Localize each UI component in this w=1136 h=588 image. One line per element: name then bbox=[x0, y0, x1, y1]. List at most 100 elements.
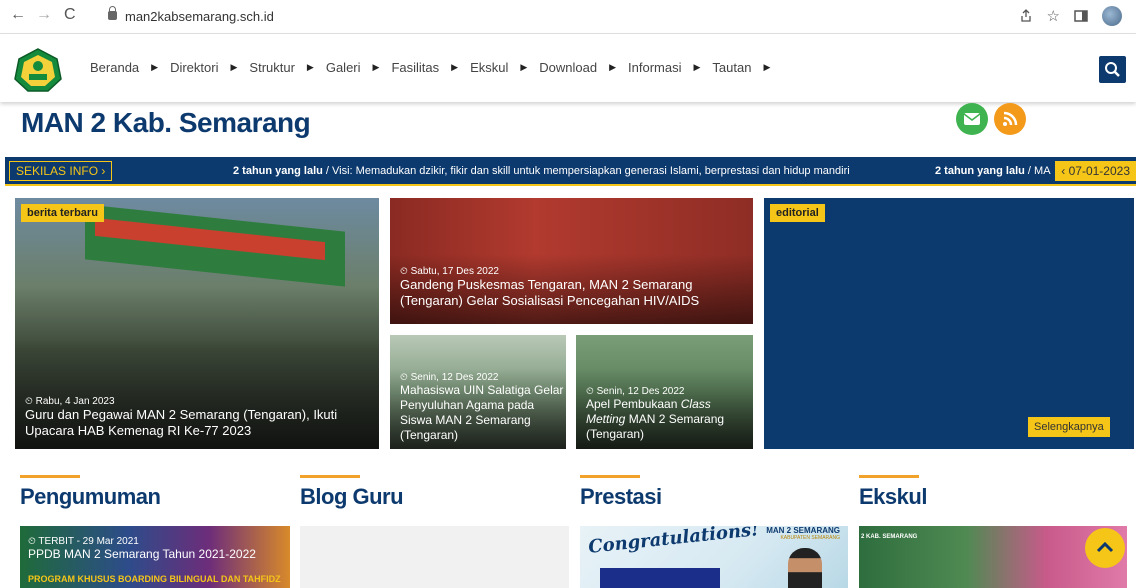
ticker-text: / MA bbox=[1024, 165, 1051, 177]
email-button[interactable] bbox=[956, 103, 988, 135]
ticker-message[interactable]: 2 tahun yang lalu / Visi: Memadukan dzik… bbox=[233, 165, 850, 177]
caret-right-icon: ▶ bbox=[451, 62, 459, 72]
menu-label: Informasi bbox=[628, 60, 682, 75]
section-title[interactable]: Pengumuman bbox=[20, 484, 161, 510]
menu-item-tautan[interactable]: Tautan ▶ bbox=[712, 60, 782, 75]
prestasi-card[interactable]: Congratulations! MAN 2 SEMARANG KABUPATE… bbox=[580, 526, 848, 588]
section-title[interactable]: Prestasi bbox=[580, 484, 662, 510]
news-title[interactable]: Guru dan Pegawai MAN 2 Semarang (Tengara… bbox=[25, 407, 365, 440]
profile-avatar[interactable] bbox=[1102, 6, 1122, 26]
title-part: Apel Pembukaan bbox=[586, 397, 681, 411]
prestasi-sub: KABUPATEN SEMARANG bbox=[780, 535, 840, 541]
site-title[interactable]: MAN 2 Kab. Semarang bbox=[21, 107, 311, 139]
kemenag-logo[interactable] bbox=[14, 48, 62, 92]
news-title[interactable]: Gandeng Puskesmas Tengaran, MAN 2 Semara… bbox=[400, 277, 740, 310]
ticker-date: ‹ 07-01-2023 bbox=[1055, 161, 1136, 181]
section-accent bbox=[580, 475, 640, 478]
rss-button[interactable] bbox=[994, 103, 1026, 135]
menu-label: Download bbox=[539, 60, 598, 75]
caret-right-icon: ▶ bbox=[520, 62, 528, 72]
clock-icon: ⏲ bbox=[28, 536, 36, 547]
news-date: ⏲ Sabtu, 17 Des 2022 bbox=[400, 266, 740, 277]
menu-label: Beranda bbox=[90, 60, 140, 75]
menu-item-download[interactable]: Download ▶ bbox=[539, 60, 628, 75]
news-title[interactable]: Mahasiswa UIN Salatiga Gelar Penyuluhan … bbox=[400, 383, 565, 443]
tag-berita-terbaru[interactable]: berita terbaru bbox=[21, 204, 104, 222]
section-prestasi: Prestasi bbox=[580, 475, 662, 510]
back-icon[interactable]: ← bbox=[10, 6, 26, 24]
clock-icon: ⏲ bbox=[400, 372, 408, 383]
news-caption: ⏲ Senin, 12 Des 2022 Mahasiswa UIN Salat… bbox=[400, 372, 565, 443]
news-card-small-2[interactable]: ⏲ Senin, 12 Des 2022 Apel Pembukaan Clas… bbox=[576, 335, 753, 449]
ticker-label-text: SEKILAS INFO bbox=[16, 164, 99, 178]
rss-icon bbox=[1003, 111, 1018, 126]
section-accent bbox=[859, 475, 919, 478]
menu-label: Direktori bbox=[170, 60, 219, 75]
news-card-small-1[interactable]: ⏲ Senin, 12 Des 2022 Mahasiswa UIN Salat… bbox=[390, 335, 566, 449]
address-bar[interactable]: man2kabsemarang.sch.id bbox=[125, 9, 274, 24]
caret-right-icon: ▶ bbox=[151, 62, 159, 72]
sidebar-icon[interactable] bbox=[1074, 9, 1088, 23]
ticker-text: / Visi: Memadukan dzikir, fikir dan skil… bbox=[322, 165, 850, 177]
pengumuman-card[interactable]: ⏲ TERBIT - 29 Mar 2021 PPDB MAN 2 Semara… bbox=[20, 526, 290, 588]
news-date: ⏲ Senin, 12 Des 2022 bbox=[586, 386, 751, 397]
news-card-main[interactable]: berita terbaru ⏲ Rabu, 4 Jan 2023 Guru d… bbox=[15, 198, 379, 449]
news-date-text: Sabtu, 17 Des 2022 bbox=[410, 266, 499, 277]
forward-icon[interactable]: → bbox=[36, 6, 52, 24]
scroll-top-button[interactable] bbox=[1085, 528, 1125, 568]
reload-icon[interactable]: C bbox=[64, 6, 76, 24]
news-date-text: Senin, 12 Des 2022 bbox=[596, 386, 685, 397]
news-date: ⏲ Senin, 12 Des 2022 bbox=[400, 372, 565, 383]
chevron-up-icon bbox=[1096, 541, 1114, 553]
share-icon[interactable] bbox=[1019, 9, 1033, 23]
clock-icon: ⏲ bbox=[586, 386, 594, 397]
news-title[interactable]: PPDB MAN 2 Semarang Tahun 2021-2022 bbox=[28, 547, 256, 562]
news-date-text: TERBIT - 29 Mar 2021 bbox=[38, 536, 139, 547]
menu-item-informasi[interactable]: Informasi ▶ bbox=[628, 60, 712, 75]
envelope-icon bbox=[963, 113, 981, 125]
caret-right-icon: ▶ bbox=[609, 62, 617, 72]
ticker-date-text: 07-01-2023 bbox=[1068, 164, 1130, 178]
menu-item-galeri[interactable]: Galeri ▶ bbox=[326, 60, 392, 75]
menu-label: Ekskul bbox=[470, 60, 509, 75]
portrait-photo bbox=[788, 548, 822, 588]
news-caption: ⏲ TERBIT - 29 Mar 2021 PPDB MAN 2 Semara… bbox=[28, 536, 256, 562]
news-date: ⏲ TERBIT - 29 Mar 2021 bbox=[28, 536, 256, 547]
browser-toolbar: ← → C man2kabsemarang.sch.id ☆ bbox=[0, 0, 1136, 34]
tag-editorial[interactable]: editorial bbox=[770, 204, 825, 222]
news-caption: ⏲ Sabtu, 17 Des 2022 Gandeng Puskesmas T… bbox=[400, 266, 740, 310]
ticker-time: 2 tahun yang lalu bbox=[935, 165, 1025, 177]
section-title[interactable]: Ekskul bbox=[859, 484, 927, 510]
section-pengumuman: Pengumuman bbox=[20, 475, 161, 510]
section-blog-guru: Blog Guru bbox=[300, 475, 404, 510]
congrats-script: Congratulations! bbox=[587, 526, 760, 558]
star-icon[interactable]: ☆ bbox=[1047, 7, 1060, 25]
caret-right-icon: ▶ bbox=[230, 62, 238, 72]
banner-text: PROGRAM KHUSUS BOARDING BILINGUAL DAN TA… bbox=[28, 574, 281, 584]
search-button[interactable] bbox=[1099, 56, 1126, 83]
ticker-message-2[interactable]: 2 tahun yang lalu / MA bbox=[935, 165, 1051, 177]
menu-item-ekskul[interactable]: Ekskul ▶ bbox=[470, 60, 539, 75]
menu-item-fasilitas[interactable]: Fasilitas ▶ bbox=[391, 60, 470, 75]
menu-item-beranda[interactable]: Beranda ▶ bbox=[90, 60, 170, 75]
menu-item-direktori[interactable]: Direktori ▶ bbox=[170, 60, 249, 75]
news-card-top[interactable]: ⏲ Sabtu, 17 Des 2022 Gandeng Puskesmas T… bbox=[390, 198, 753, 324]
menu-label: Struktur bbox=[249, 60, 295, 75]
news-date-text: Rabu, 4 Jan 2023 bbox=[35, 396, 115, 407]
section-accent bbox=[300, 475, 360, 478]
menu-label: Galeri bbox=[325, 60, 361, 75]
news-title[interactable]: Apel Pembukaan Class Metting MAN 2 Semar… bbox=[586, 397, 751, 442]
clock-icon: ⏲ bbox=[25, 396, 33, 407]
caret-right-icon: ▶ bbox=[372, 62, 380, 72]
section-title[interactable]: Blog Guru bbox=[300, 484, 404, 510]
menu-item-struktur[interactable]: Struktur ▶ bbox=[249, 60, 325, 75]
section-accent bbox=[20, 475, 80, 478]
lock-icon[interactable] bbox=[108, 6, 117, 20]
menu-bar: Beranda ▶ Direktori ▶ Struktur ▶ Galeri ▶ Fa… bbox=[90, 60, 782, 75]
news-ticker: SEKILAS INFO › 2 tahun yang lalu / Visi:… bbox=[5, 157, 1136, 186]
news-caption: ⏲ Rabu, 4 Jan 2023 Guru dan Pegawai MAN … bbox=[25, 396, 365, 440]
more-button[interactable]: Selengkapnya bbox=[1028, 417, 1110, 437]
news-date: ⏲ Rabu, 4 Jan 2023 bbox=[25, 396, 365, 407]
blog-guru-card[interactable] bbox=[300, 526, 569, 588]
prestasi-school: MAN 2 SEMARANG bbox=[766, 526, 840, 535]
